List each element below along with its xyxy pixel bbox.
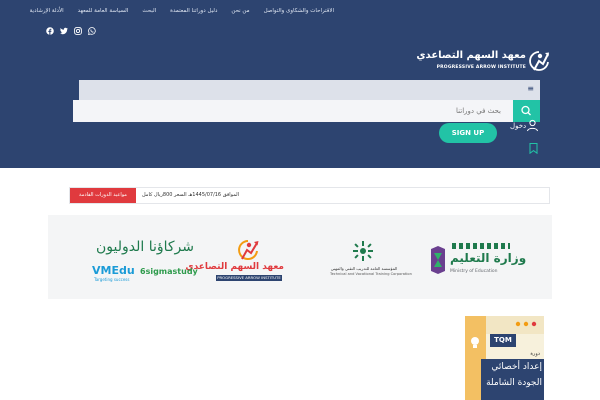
ad-small-label: دورة bbox=[530, 351, 540, 357]
facebook-icon[interactable] bbox=[46, 27, 54, 35]
logo-english-text: PROGRESSIVE ARROW INSTITUTE bbox=[436, 65, 526, 70]
partner-tvtc-logo: المؤسسة العامة للتدريب التقني والمهني Te… bbox=[330, 241, 412, 283]
tqm-course-ad[interactable]: TQM دورة إعداد أخصائي الجودة الشاملة bbox=[465, 316, 544, 400]
top-navigation: الأدلة الإرشادية السياسة العامة للمعهد ا… bbox=[30, 8, 334, 20]
moe-top-pattern bbox=[452, 243, 510, 249]
logo-mark-icon bbox=[529, 51, 549, 71]
nav-item-courses-guide[interactable]: دليل دوراتنا المعتمدة bbox=[170, 8, 217, 20]
partners-section: وزارة التعليم Ministry of Education المؤ… bbox=[48, 215, 552, 299]
tvtc-emblem-icon bbox=[353, 241, 373, 261]
main-menu-bar: ≡ bbox=[79, 80, 540, 100]
nav-item-policy[interactable]: السياسة العامة للمعهد bbox=[78, 8, 129, 20]
social-links bbox=[46, 27, 96, 36]
signup-button[interactable]: SIGN UP bbox=[439, 123, 497, 143]
ad-dots-icon bbox=[515, 321, 537, 327]
hamburger-menu-icon[interactable]: ≡ bbox=[527, 84, 534, 93]
nav-item-contact[interactable]: الاقتراحات والشكاوى والتواصل bbox=[264, 8, 334, 20]
pai-arabic-text: معهد السهم التصاعدي bbox=[185, 262, 284, 272]
ticker-label: مواعيد الدورات القادمة bbox=[70, 188, 136, 203]
sixsigma-logo: 6sigmastudy bbox=[140, 267, 198, 276]
partner-international: شركاؤنا الدوليون VMEdu Targeting success… bbox=[90, 239, 200, 287]
twitter-icon[interactable] bbox=[60, 27, 68, 35]
lightbulb-icon bbox=[471, 337, 479, 348]
partner-moe-logo: وزارة التعليم Ministry of Education bbox=[430, 243, 526, 285]
tqm-brand: TQM bbox=[490, 334, 516, 347]
user-icon[interactable] bbox=[526, 119, 539, 132]
instagram-icon[interactable] bbox=[74, 27, 82, 35]
header-hero: الأدلة الإرشادية السياسة العامة للمعهد ا… bbox=[0, 0, 600, 168]
course-search-bar bbox=[73, 100, 540, 122]
ad-title-line2: الجودة الشاملة bbox=[486, 378, 542, 388]
moe-english-text: Ministry of Education bbox=[450, 269, 498, 274]
bookmark-icon[interactable] bbox=[529, 143, 538, 154]
nav-item-about[interactable]: من نحن bbox=[231, 8, 249, 20]
news-ticker: مواعيد الدورات القادمة الموافق 1445/07/1… bbox=[69, 187, 550, 204]
vmedu-logo: VMEdu bbox=[92, 264, 135, 277]
login-link[interactable]: دخول bbox=[510, 122, 526, 130]
vmedu-tagline: Targeting success bbox=[94, 277, 130, 282]
pai-english-text: PROGRESSIVE ARROW INSTITUTE bbox=[216, 275, 282, 281]
moe-arabic-text: وزارة التعليم bbox=[450, 251, 527, 265]
whatsapp-icon[interactable] bbox=[88, 27, 96, 36]
search-input[interactable] bbox=[83, 100, 513, 122]
ticker-text[interactable]: الموافق 1445/07/16هـ السعر 800ريال كامل bbox=[142, 188, 239, 203]
logo-arabic-text: معهد السهم التصاعدي bbox=[416, 50, 526, 61]
tvtc-arabic-text: المؤسسة العامة للتدريب التقني والمهني bbox=[330, 266, 398, 271]
moe-emblem-icon bbox=[431, 246, 445, 274]
pai-emblem-icon bbox=[238, 240, 259, 260]
site-logo[interactable]: معهد السهم التصاعدي PROGRESSIVE ARROW IN… bbox=[416, 50, 550, 76]
tvtc-english-text: Technical and Vocational Training Corpor… bbox=[330, 272, 412, 276]
international-partners-heading: شركاؤنا الدوليون bbox=[95, 239, 195, 255]
nav-item-guides[interactable]: الأدلة الإرشادية bbox=[30, 8, 64, 20]
ad-title-line1: إعداد أخصائي bbox=[491, 362, 542, 372]
partner-pai-logo: معهد السهم التصاعدي PROGRESSIVE ARROW IN… bbox=[185, 239, 284, 285]
nav-item-search[interactable]: البحث bbox=[142, 8, 156, 20]
